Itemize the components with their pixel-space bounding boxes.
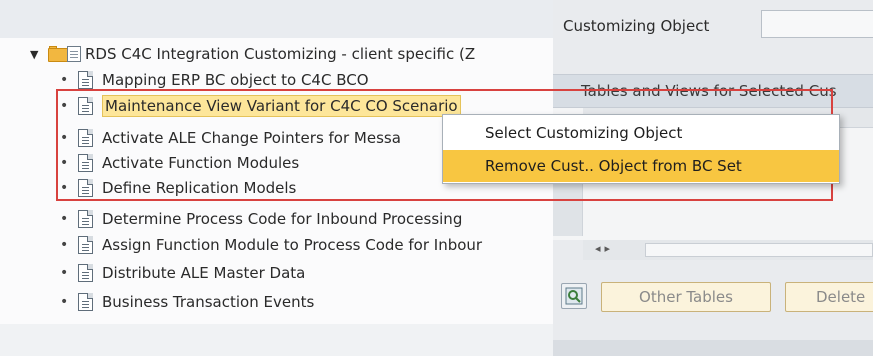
- tree-item-label: Activate Function Modules: [102, 154, 300, 172]
- tree-header-strip: [0, 0, 553, 38]
- tree-item-label: Mapping ERP BC object to C4C BCO: [102, 71, 369, 89]
- tables-section-title: Tables and Views for Selected Cus: [581, 82, 837, 100]
- customizing-object-input[interactable]: [761, 10, 873, 38]
- tree-root-node[interactable]: ▼ RDS C4C Integration Customizing - clie…: [30, 42, 475, 66]
- tree-item[interactable]: • Mapping ERP BC object to C4C BCO: [60, 68, 369, 92]
- select-detail-icon[interactable]: [561, 283, 587, 309]
- bullet-icon: •: [60, 130, 69, 146]
- tree-item[interactable]: • Define Replication Models: [60, 176, 296, 200]
- bullet-icon: •: [60, 180, 69, 196]
- tree-item[interactable]: • Activate ALE Change Pointers for Messa: [60, 126, 401, 150]
- document-icon: [78, 179, 93, 197]
- tree-item-label: Maintenance View Variant for C4C CO Scen…: [102, 95, 461, 117]
- tree-item-label: Define Replication Models: [102, 179, 297, 197]
- context-menu: Select Customizing Object Remove Cust.. …: [442, 114, 840, 184]
- tree-item[interactable]: • Business Transaction Events: [60, 290, 314, 314]
- tree-item[interactable]: • Activate Function Modules: [60, 151, 299, 175]
- tree-item-label: Distribute ALE Master Data: [102, 264, 306, 282]
- document-icon: [78, 293, 93, 311]
- document-icon: [78, 264, 93, 282]
- document-icon: [78, 154, 93, 172]
- tree-bottom-strip: [0, 324, 553, 356]
- tree-root-label: RDS C4C Integration Customizing - client…: [85, 45, 476, 63]
- bc-set-document-icon: [67, 46, 81, 62]
- tree-item[interactable]: • Determine Process Code for Inbound Pro…: [60, 207, 462, 231]
- bullet-icon: •: [60, 211, 69, 227]
- bullet-icon: •: [60, 98, 69, 114]
- bullet-icon: •: [60, 265, 69, 281]
- tree-item[interactable]: • Assign Function Module to Process Code…: [60, 233, 482, 257]
- other-tables-button[interactable]: Other Tables: [601, 282, 771, 312]
- document-icon: [78, 97, 93, 115]
- bullet-icon: •: [60, 294, 69, 310]
- bullet-icon: •: [60, 72, 69, 88]
- tree-item-label: Business Transaction Events: [102, 293, 315, 311]
- menu-item-remove-cust-object[interactable]: Remove Cust.. Object from BC Set: [443, 150, 839, 182]
- horizontal-scrollbar[interactable]: ◂▸: [583, 240, 873, 260]
- customizing-object-label: Customizing Object: [563, 17, 710, 35]
- document-icon: [78, 236, 93, 254]
- tree-item-label: Determine Process Code for Inbound Proce…: [102, 210, 463, 228]
- delete-button[interactable]: Delete: [785, 282, 873, 312]
- bullet-icon: •: [60, 155, 69, 171]
- menu-item-select-customizing-object[interactable]: Select Customizing Object: [443, 117, 839, 149]
- document-icon: [78, 210, 93, 228]
- scroll-arrows-icon[interactable]: ◂▸: [595, 242, 614, 255]
- tree-item-label: Assign Function Module to Process Code f…: [102, 236, 483, 254]
- tree-item-label: Activate ALE Change Pointers for Messa: [102, 129, 401, 147]
- tree-item-selected[interactable]: • Maintenance View Variant for C4C CO Sc…: [60, 94, 461, 118]
- scrollbar-track[interactable]: [645, 243, 873, 257]
- document-icon: [78, 71, 93, 89]
- document-icon: [78, 129, 93, 147]
- tree-item[interactable]: • Distribute ALE Master Data: [60, 261, 305, 285]
- panel-bottom-bar: [553, 340, 873, 356]
- expand-caret-icon[interactable]: ▼: [30, 48, 48, 61]
- bullet-icon: •: [60, 237, 69, 253]
